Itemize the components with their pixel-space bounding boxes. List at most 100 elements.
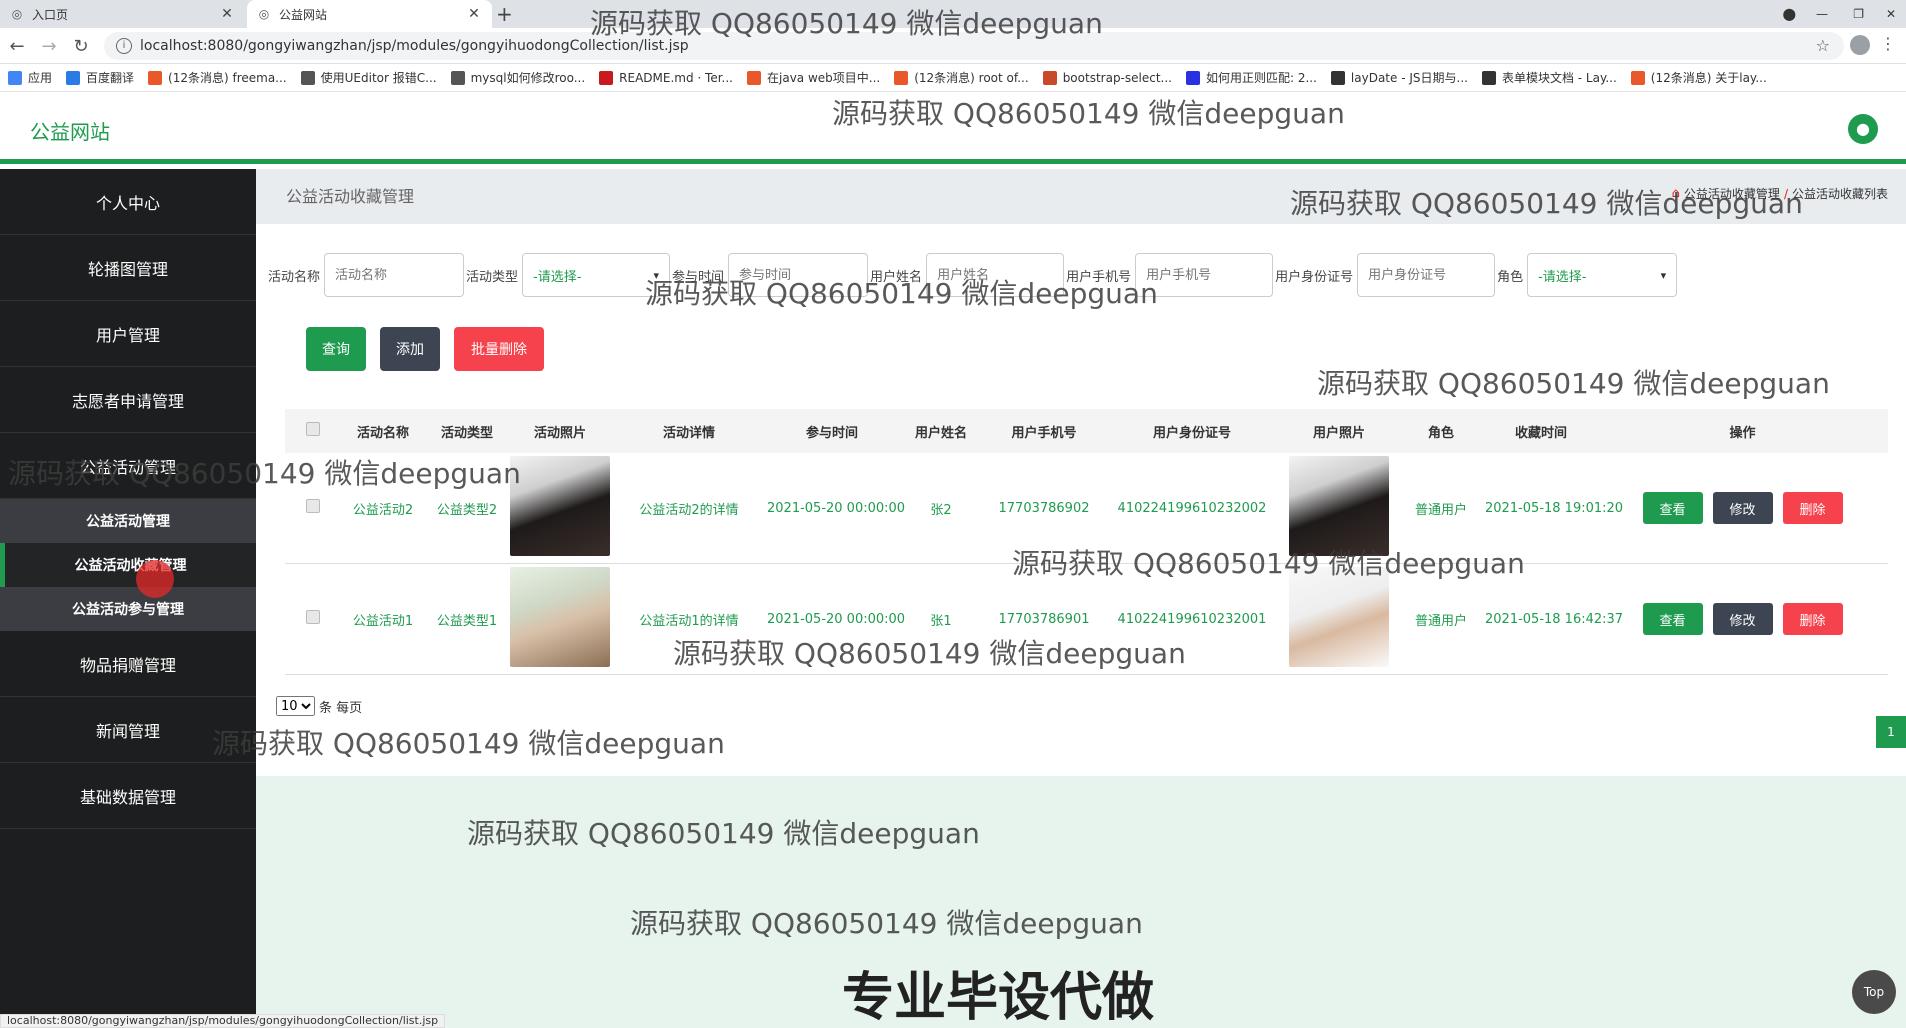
layui-icon [1330,70,1345,85]
select-all-checkbox[interactable] [306,422,320,436]
activity-type-label: 活动类型 [466,269,519,285]
tab-search-icon[interactable]: ⬤ [1783,0,1796,28]
user-id-input[interactable] [1357,253,1496,297]
column-header: 操作 [1729,425,1756,441]
cell-type: 公益类型1 [436,613,498,629]
user-photo-cell [1281,456,1397,560]
activity-photo[interactable] [510,456,610,556]
user-phone-label: 用户手机号 [1066,269,1132,285]
bookmark-item[interactable]: layDate - JS日期与... [1330,69,1468,86]
brand-logo[interactable]: 公益网站 [30,116,110,145]
tab-title: 入口页 [32,7,69,22]
bookmark-icon [300,70,315,85]
sidebar-item[interactable]: 用户管理 [0,301,256,367]
new-tab-icon[interactable]: + [496,2,513,26]
bookmark-item[interactable]: README.md · Ter... [599,70,733,85]
cell-phone: 17703786902 [998,500,1090,516]
view-button[interactable]: 查看 [1642,492,1703,524]
browser-tab-entry[interactable]: ◎ 入口页 ✕ [0,0,245,28]
edit-button[interactable]: 修改 [1712,603,1773,635]
menu-icon[interactable]: ⋮ [1880,34,1896,53]
user-avatar-icon[interactable]: ● [1848,114,1878,144]
row-checkbox[interactable] [306,499,320,513]
browser-tab-active[interactable]: ◎ 公益网站 ✕ [247,0,492,28]
bookmark-item[interactable]: 如何用正则匹配: 2... [1185,69,1317,86]
bookmark-item[interactable]: 表单模块文档 - Lay... [1481,69,1617,86]
user-phone-input[interactable] [1135,253,1274,297]
cell-detail: 公益活动1的详情 [639,613,739,629]
sidebar-subitem[interactable]: 公益活动管理 [0,499,256,543]
table-row: 公益活动2 公益类型2 公益活动2的详情 2021-05-20 00:00:00 张2 1… [285,453,1888,564]
sidebar-item[interactable]: 志愿者申请管理 [0,367,256,433]
page-size-select[interactable]: 10 [276,696,315,716]
sidebar: 个人中心 轮播图管理 用户管理 志愿者申请管理 公益活动管理 公益活动管理 公益活动收藏管理… [0,169,256,1028]
close-icon[interactable]: ✕ [219,6,235,22]
window-close-icon[interactable]: ✕ [1886,0,1896,28]
breadcrumb: ⌂ 公益活动收藏管理 / 公益活动收藏列表 [1671,185,1888,202]
bookmark-item[interactable]: 使用UEditor 报错C... [300,69,437,86]
bookmark-icon [1042,70,1057,85]
bookmark-label: 如何用正则匹配: 2... [1205,71,1317,85]
activity-type-select[interactable]: -请选择- ▾ [522,253,671,297]
bookmark-item[interactable]: bootstrap-select... [1042,70,1172,85]
profile-icon[interactable] [1850,35,1870,55]
browser-tab-bar: ◎ 入口页 ✕ ◎ 公益网站 ✕ + ⬤ — ❐ ✕ [0,0,1906,28]
search-form: 活动名称 活动类型 -请选择- ▾ 参与时间 用户姓名 用户手机号 用户身份证号… [268,253,1679,297]
layui-icon [1481,70,1496,85]
back-icon[interactable]: ← [6,36,28,57]
info-icon[interactable]: i [116,38,132,54]
bookmark-item[interactable]: 应用 [8,69,52,86]
add-button[interactable]: 添加 [380,327,440,371]
bookmark-item[interactable]: (12条消息) freema... [148,69,287,86]
view-button[interactable]: 查看 [1642,603,1703,635]
sidebar-subitem[interactable]: 公益活动收藏管理 [0,543,256,587]
restore-icon[interactable]: ❐ [1853,0,1864,28]
table-header: 活动名称 活动类型 活动照片 活动详情 参与时间 用户姓名 用户手机号 用户身份证号 用户照片 角… [285,409,1888,453]
user-photo[interactable] [1289,456,1389,556]
delete-button[interactable]: 删除 [1782,603,1843,635]
bookmark-label: 表单模块文档 - Lay... [1501,71,1617,85]
watermark-large: 专业毕设代做 [842,968,1155,1028]
page-number-button[interactable]: 1 [1876,716,1906,748]
sidebar-item[interactable]: 物品捐赠管理 [0,631,256,697]
bookmark-item[interactable]: 百度翻译 [66,69,134,86]
user-name-input[interactable] [926,253,1065,297]
role-select[interactable]: -请选择- ▾ [1527,253,1678,297]
sidebar-item[interactable]: 个人中心 [0,169,256,235]
activity-name-input[interactable] [324,253,465,297]
address-bar-row: ← → ↻ i localhost:8080/gongyiwangzhan/js… [0,28,1906,64]
bookmark-label: layDate - JS日期与... [1350,71,1468,85]
delete-button[interactable]: 删除 [1782,492,1843,524]
row-checkbox[interactable] [306,610,320,624]
activity-photo[interactable] [510,567,610,667]
bookmark-item[interactable]: mysql如何修改roo... [450,69,585,86]
edit-button[interactable]: 修改 [1712,492,1773,524]
back-to-top-button[interactable]: Top [1852,970,1896,1014]
breadcrumb-item[interactable]: 公益活动收藏管理 [1684,185,1780,202]
close-icon[interactable]: ✕ [466,6,482,22]
minimize-icon[interactable]: — [1816,0,1828,28]
bookmark-label: (12条消息) root of... [914,71,1029,85]
home-icon[interactable]: ⌂ [1672,186,1680,201]
bookmark-item[interactable]: 在java web项目中... [747,69,880,86]
star-icon[interactable]: ☆ [1816,36,1830,55]
sidebar-item[interactable]: 基础数据管理 [0,763,256,829]
query-button[interactable]: 查询 [306,327,366,371]
join-time-input[interactable] [728,253,869,297]
mouse-cursor-indicator [136,560,174,598]
forward-icon[interactable]: → [38,36,60,57]
reload-icon[interactable]: ↻ [70,36,92,57]
sidebar-item[interactable]: 公益活动管理 [0,433,256,499]
user-photo[interactable] [1289,567,1389,667]
main-content: 公益活动收藏管理 ⌂ 公益活动收藏管理 / 公益活动收藏列表 活动名称 活动类型… [256,169,1906,776]
bookmark-item[interactable]: (12条消息) root of... [894,69,1029,86]
bookmark-item[interactable]: (12条消息) 关于lay... [1630,69,1767,86]
cell-id-card: 410224199610232002 [1117,500,1267,516]
bookmark-label: 百度翻译 [86,71,135,85]
sidebar-subitem[interactable]: 公益活动参与管理 [0,587,256,631]
url-field[interactable]: i localhost:8080/gongyiwangzhan/jsp/modu… [104,32,1844,60]
sidebar-item[interactable]: 轮播图管理 [0,235,256,301]
gitee-icon [599,70,614,85]
batch-delete-button[interactable]: 批量删除 [454,327,544,371]
sidebar-item[interactable]: 新闻管理 [0,697,256,763]
